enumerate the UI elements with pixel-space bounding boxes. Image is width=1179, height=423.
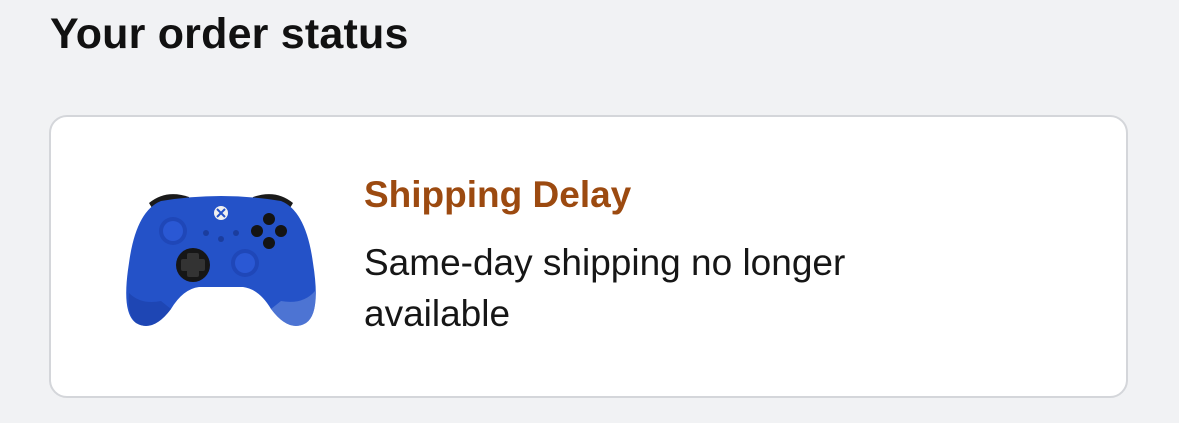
product-image xyxy=(126,194,316,326)
status-message: Same-day shipping no longer available xyxy=(364,242,846,334)
order-status-card[interactable]: Shipping Delay Same-day shipping no long… xyxy=(49,115,1128,398)
section-title: Your order status xyxy=(50,10,409,58)
order-status-text: Shipping Delay Same-day shipping no long… xyxy=(364,173,1064,339)
order-status-page: Your order status Shipping Delay Same-da… xyxy=(0,0,1179,423)
status-label: Shipping Delay xyxy=(364,174,632,215)
